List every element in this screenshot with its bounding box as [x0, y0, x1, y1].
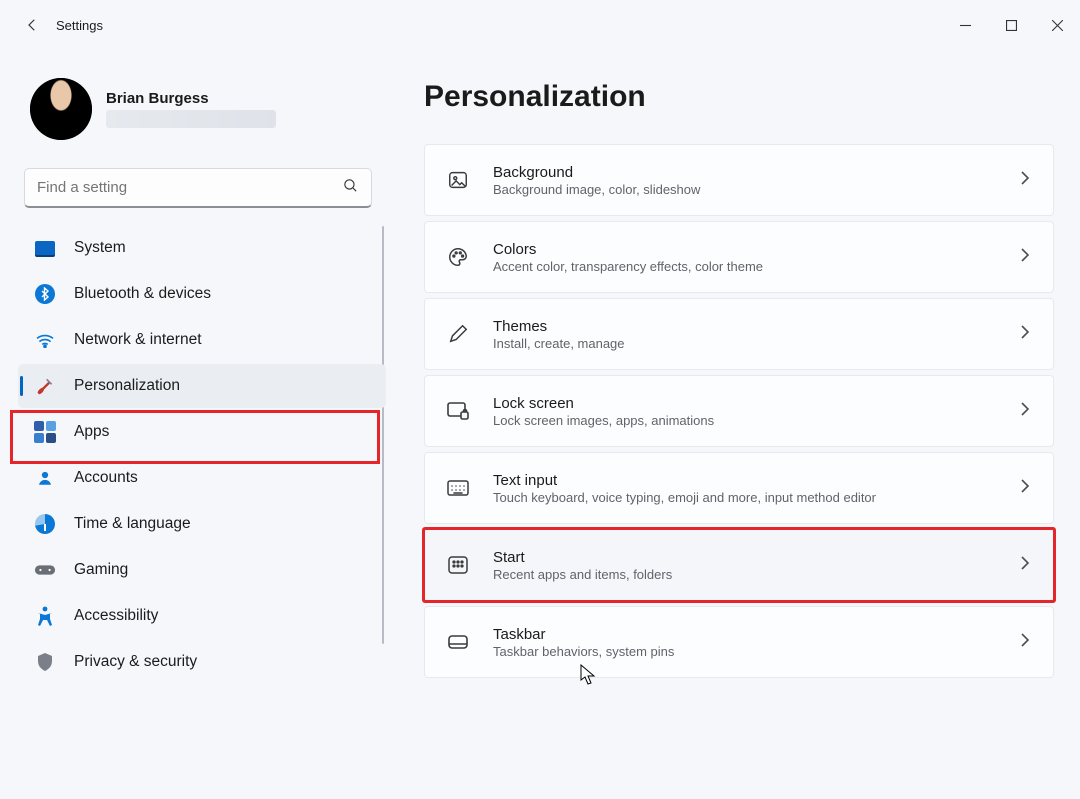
- brush-icon: [34, 375, 56, 397]
- sidebar-item-label: System: [74, 239, 126, 257]
- card-title: Colors: [493, 241, 997, 258]
- close-icon: [1052, 20, 1063, 31]
- person-icon: [34, 467, 56, 489]
- sidebar-item-accounts[interactable]: Accounts: [18, 456, 386, 500]
- keyboard-icon: [445, 475, 471, 501]
- sidebar-item-apps[interactable]: Apps: [18, 410, 386, 454]
- taskbar-icon: [445, 629, 471, 655]
- sidebar-item-time[interactable]: Time & language: [18, 502, 386, 546]
- maximize-button[interactable]: [988, 9, 1034, 41]
- start-icon: [445, 552, 471, 578]
- apps-icon: [34, 421, 56, 443]
- sidebar-item-label: Privacy & security: [74, 653, 197, 671]
- maximize-icon: [1006, 20, 1017, 31]
- titlebar: Settings: [0, 0, 1080, 50]
- avatar: [30, 78, 92, 140]
- bluetooth-icon: [34, 283, 56, 305]
- card-background[interactable]: Background Background image, color, slid…: [424, 144, 1054, 216]
- search-input[interactable]: [37, 179, 342, 196]
- chevron-right-icon: [1019, 170, 1031, 191]
- image-icon: [445, 167, 471, 193]
- sidebar-item-gaming[interactable]: Gaming: [18, 548, 386, 592]
- chevron-right-icon: [1019, 478, 1031, 499]
- card-subtitle: Recent apps and items, folders: [493, 567, 997, 582]
- card-subtitle: Background image, color, slideshow: [493, 182, 997, 197]
- card-lock-screen[interactable]: Lock screen Lock screen images, apps, an…: [424, 375, 1054, 447]
- chevron-right-icon: [1019, 401, 1031, 422]
- card-subtitle: Install, create, manage: [493, 336, 997, 351]
- lock-screen-icon: [445, 398, 471, 424]
- card-title: Text input: [493, 472, 997, 489]
- page-title: Personalization: [424, 80, 1054, 114]
- card-title: Start: [493, 549, 997, 566]
- minimize-icon: [960, 20, 971, 31]
- card-title: Themes: [493, 318, 997, 335]
- sidebar-item-privacy[interactable]: Privacy & security: [18, 640, 386, 684]
- card-title: Taskbar: [493, 626, 997, 643]
- profile-name: Brian Burgess: [106, 90, 276, 108]
- card-subtitle: Taskbar behaviors, system pins: [493, 644, 997, 659]
- close-button[interactable]: [1034, 9, 1080, 41]
- search-icon: [342, 177, 359, 199]
- chevron-right-icon: [1019, 247, 1031, 268]
- minimize-button[interactable]: [942, 9, 988, 41]
- sidebar-item-system[interactable]: System: [18, 226, 386, 270]
- settings-cards: Background Background image, color, slid…: [424, 144, 1054, 678]
- sidebar-item-label: Bluetooth & devices: [74, 285, 211, 303]
- card-subtitle: Lock screen images, apps, animations: [493, 413, 997, 428]
- sidebar-item-label: Personalization: [74, 377, 180, 395]
- sidebar-item-label: Time & language: [74, 515, 191, 533]
- card-title: Lock screen: [493, 395, 997, 412]
- sidebar-item-network[interactable]: Network & internet: [18, 318, 386, 362]
- window-controls: [942, 9, 1080, 41]
- shield-icon: [34, 651, 56, 673]
- card-title: Background: [493, 164, 997, 181]
- chevron-right-icon: [1019, 555, 1031, 576]
- gamepad-icon: [34, 559, 56, 581]
- sidebar-item-label: Apps: [74, 423, 109, 441]
- app-title: Settings: [56, 18, 103, 33]
- card-themes[interactable]: Themes Install, create, manage: [424, 298, 1054, 370]
- card-subtitle: Accent color, transparency effects, colo…: [493, 259, 997, 274]
- card-colors[interactable]: Colors Accent color, transparency effect…: [424, 221, 1054, 293]
- palette-icon: [445, 244, 471, 270]
- sidebar-item-label: Network & internet: [74, 331, 202, 349]
- wifi-icon: [34, 329, 56, 351]
- sidebar-item-accessibility[interactable]: Accessibility: [18, 594, 386, 638]
- card-start[interactable]: Start Recent apps and items, folders: [424, 529, 1054, 601]
- system-icon: [34, 237, 56, 259]
- profile-email-placeholder: [106, 110, 276, 128]
- content-area: Personalization Background Background im…: [390, 50, 1080, 799]
- card-text-input[interactable]: Text input Touch keyboard, voice typing,…: [424, 452, 1054, 524]
- sidebar: Brian Burgess System Bluetooth & devices: [0, 50, 390, 799]
- back-button[interactable]: [12, 5, 52, 45]
- chevron-right-icon: [1019, 632, 1031, 653]
- chevron-right-icon: [1019, 324, 1031, 345]
- pen-icon: [445, 321, 471, 347]
- sidebar-item-bluetooth[interactable]: Bluetooth & devices: [18, 272, 386, 316]
- sidebar-item-label: Gaming: [74, 561, 128, 579]
- clock-icon: [34, 513, 56, 535]
- search-box[interactable]: [24, 168, 372, 208]
- card-subtitle: Touch keyboard, voice typing, emoji and …: [493, 490, 997, 505]
- nav-list: System Bluetooth & devices Network & int…: [18, 226, 386, 684]
- card-taskbar[interactable]: Taskbar Taskbar behaviors, system pins: [424, 606, 1054, 678]
- arrow-left-icon: [23, 16, 41, 34]
- sidebar-item-label: Accounts: [74, 469, 138, 487]
- sidebar-item-personalization[interactable]: Personalization: [18, 364, 386, 408]
- accessibility-icon: [34, 605, 56, 627]
- profile[interactable]: Brian Burgess: [18, 72, 386, 158]
- sidebar-item-label: Accessibility: [74, 607, 158, 625]
